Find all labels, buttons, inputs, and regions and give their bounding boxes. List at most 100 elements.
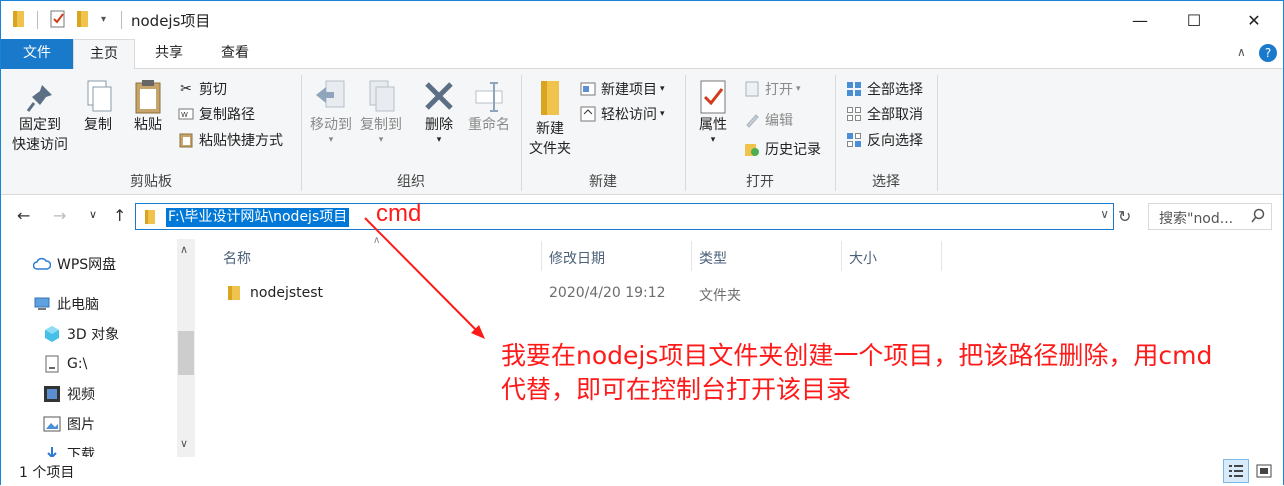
column-header-modified[interactable]: 修改日期 [549,248,605,268]
search-box[interactable]: 搜索"nod... [1148,203,1272,230]
dropdown-arrow-icon: ▾ [710,135,716,145]
address-row: ← → ∨ ↑ F:\毕业设计网站\nodejs项目 ∨ ↻ 搜索"nod... [1,195,1283,239]
column-header-name[interactable]: 名称 [223,248,251,268]
cube-icon [43,325,61,343]
pin-quick-access-button[interactable]: 固定到 快速访问 [9,81,71,155]
back-arrow-icon[interactable]: ← [17,206,30,225]
nav-item-label: 此电脑 [57,297,99,313]
recent-locations-icon[interactable]: ∨ [89,208,97,221]
select-all-button[interactable]: 全部选择 [845,77,923,101]
dropdown-arrow-icon: ▾ [378,135,384,145]
file-row[interactable]: nodejstest 2020/4/20 19:12 文件夹 [223,282,943,306]
paste-label: 粘贴 [134,117,162,133]
new-folder-icon [541,81,559,115]
maximize-button[interactable]: ☐ [1167,1,1221,39]
annotation-cmd-label: cmd [376,200,422,227]
collapse-ribbon-icon[interactable]: ∧ [1237,45,1246,59]
nav-item-wps-drive[interactable]: WPS网盘 [33,252,116,276]
move-to-button[interactable]: 移动到 ▾ [307,79,355,145]
title-bar: ▾ nodejs项目 — ☐ ✕ [1,1,1283,39]
copy-to-button[interactable]: 复制到 ▾ [357,79,405,145]
select-none-button[interactable]: 全部取消 [845,102,923,126]
new-folder-label-2: 文件夹 [529,141,571,157]
customize-toolbar-icon[interactable]: ▾ [101,14,106,25]
help-icon[interactable]: ? [1259,44,1277,62]
nav-item-pictures[interactable]: 图片 [43,412,95,436]
paste-shortcut-icon [177,131,195,149]
scissors-icon: ✂ [180,81,192,97]
refresh-icon[interactable]: ↻ [1118,207,1131,226]
nav-item-label: 视频 [67,387,95,403]
cut-button[interactable]: ✂ 剪切 [177,77,227,101]
folder-icon [11,10,27,28]
address-dropdown-icon[interactable]: ∨ [1100,207,1109,221]
paste-button[interactable]: 粘贴 [127,79,169,135]
tab-file[interactable]: 文件 [1,39,73,69]
new-folder-button[interactable]: 新建 文件夹 [525,79,575,159]
copy-path-button[interactable]: W 复制路径 [177,102,255,126]
group-label-new: 新建 [589,174,617,190]
nav-item-label: 图片 [67,417,95,433]
scrollbar-thumb[interactable] [178,331,194,375]
file-modified: 2020/4/20 19:12 [549,285,666,301]
new-folder-quick-icon[interactable] [75,10,91,28]
open-icon [743,80,761,98]
search-icon[interactable] [1251,208,1265,228]
tab-home[interactable]: 主页 [73,39,135,70]
large-icons-view-icon [1256,464,1272,478]
forward-arrow-icon[interactable]: → [53,206,66,225]
annotation-note-line-2: 代替，即可在控制台打开该目录 [501,375,852,404]
nav-item-3d-objects[interactable]: 3D 对象 [43,322,119,346]
column-headers: 名称 修改日期 类型 大小 [211,239,951,271]
details-view-button[interactable] [1223,459,1249,483]
delete-button[interactable]: 删除 ▾ [419,79,459,145]
divider[interactable] [691,241,692,271]
divider[interactable] [941,241,942,271]
clipboard-icon [135,80,161,114]
paste-shortcut-label: 粘贴快捷方式 [199,133,283,149]
computer-icon [33,295,51,313]
properties-quick-icon[interactable] [49,10,67,28]
properties-button[interactable]: 属性 ▾ [691,79,735,145]
large-icons-view-button[interactable] [1251,459,1277,483]
address-bar[interactable]: F:\毕业设计网站\nodejs项目 ∨ [135,203,1114,230]
divider[interactable] [841,241,842,271]
details-view-icon [1229,465,1243,477]
dropdown-arrow-icon: ▾ [436,135,442,145]
edit-button[interactable]: 编辑 [743,108,793,132]
easy-access-button[interactable]: 轻松访问 ▾ [579,102,665,126]
up-arrow-icon[interactable]: ↑ [113,206,126,225]
nav-item-videos[interactable]: 视频 [43,382,95,406]
explorer-window: ▾ nodejs项目 — ☐ ✕ 文件 主页 共享 查看 ∧ ? 固定到 快速访… [0,0,1284,485]
divider [937,75,938,191]
divider[interactable] [541,241,542,271]
move-to-icon [316,80,345,108]
window-title: nodejs项目 [131,12,211,30]
nav-item-this-pc[interactable]: 此电脑 [33,292,99,316]
close-button[interactable]: ✕ [1227,1,1281,39]
column-header-size[interactable]: 大小 [849,248,877,268]
paste-shortcut-button[interactable]: 粘贴快捷方式 [177,128,283,152]
minimize-button[interactable]: — [1113,1,1167,39]
history-button[interactable]: 历史记录 [743,137,821,161]
tab-view[interactable]: 查看 [203,39,267,69]
new-item-button[interactable]: 新建项目 ▾ [579,77,665,101]
nav-item-downloads[interactable]: 下载 [43,442,95,457]
tab-share[interactable]: 共享 [137,39,201,69]
nav-item-drive-g[interactable]: G:\ [43,352,87,376]
open-button[interactable]: 打开 ▾ [743,77,801,101]
address-path[interactable]: F:\毕业设计网站\nodejs项目 [166,208,350,227]
column-header-type[interactable]: 类型 [699,248,727,268]
copy-button[interactable]: 复制 [77,79,119,135]
delete-label: 删除 [425,117,453,133]
item-count: 1 个项目 [19,465,75,481]
rename-button[interactable]: 重命名 [463,79,515,135]
folder-icon [144,209,156,229]
annotation-note: 我要在nodejs项目文件夹创建一个项目，把该路径删除，用cmd 代替，即可在控… [501,339,1281,407]
invert-selection-button[interactable]: 反向选择 [845,128,923,152]
scroll-up-icon[interactable]: ∧ [180,243,188,256]
scroll-down-icon[interactable]: ∨ [180,437,188,450]
copy-path-icon: W [177,105,195,123]
nav-pane-scrollbar[interactable]: ∧ ∨ [177,239,195,457]
copy-label: 复制 [84,117,112,133]
